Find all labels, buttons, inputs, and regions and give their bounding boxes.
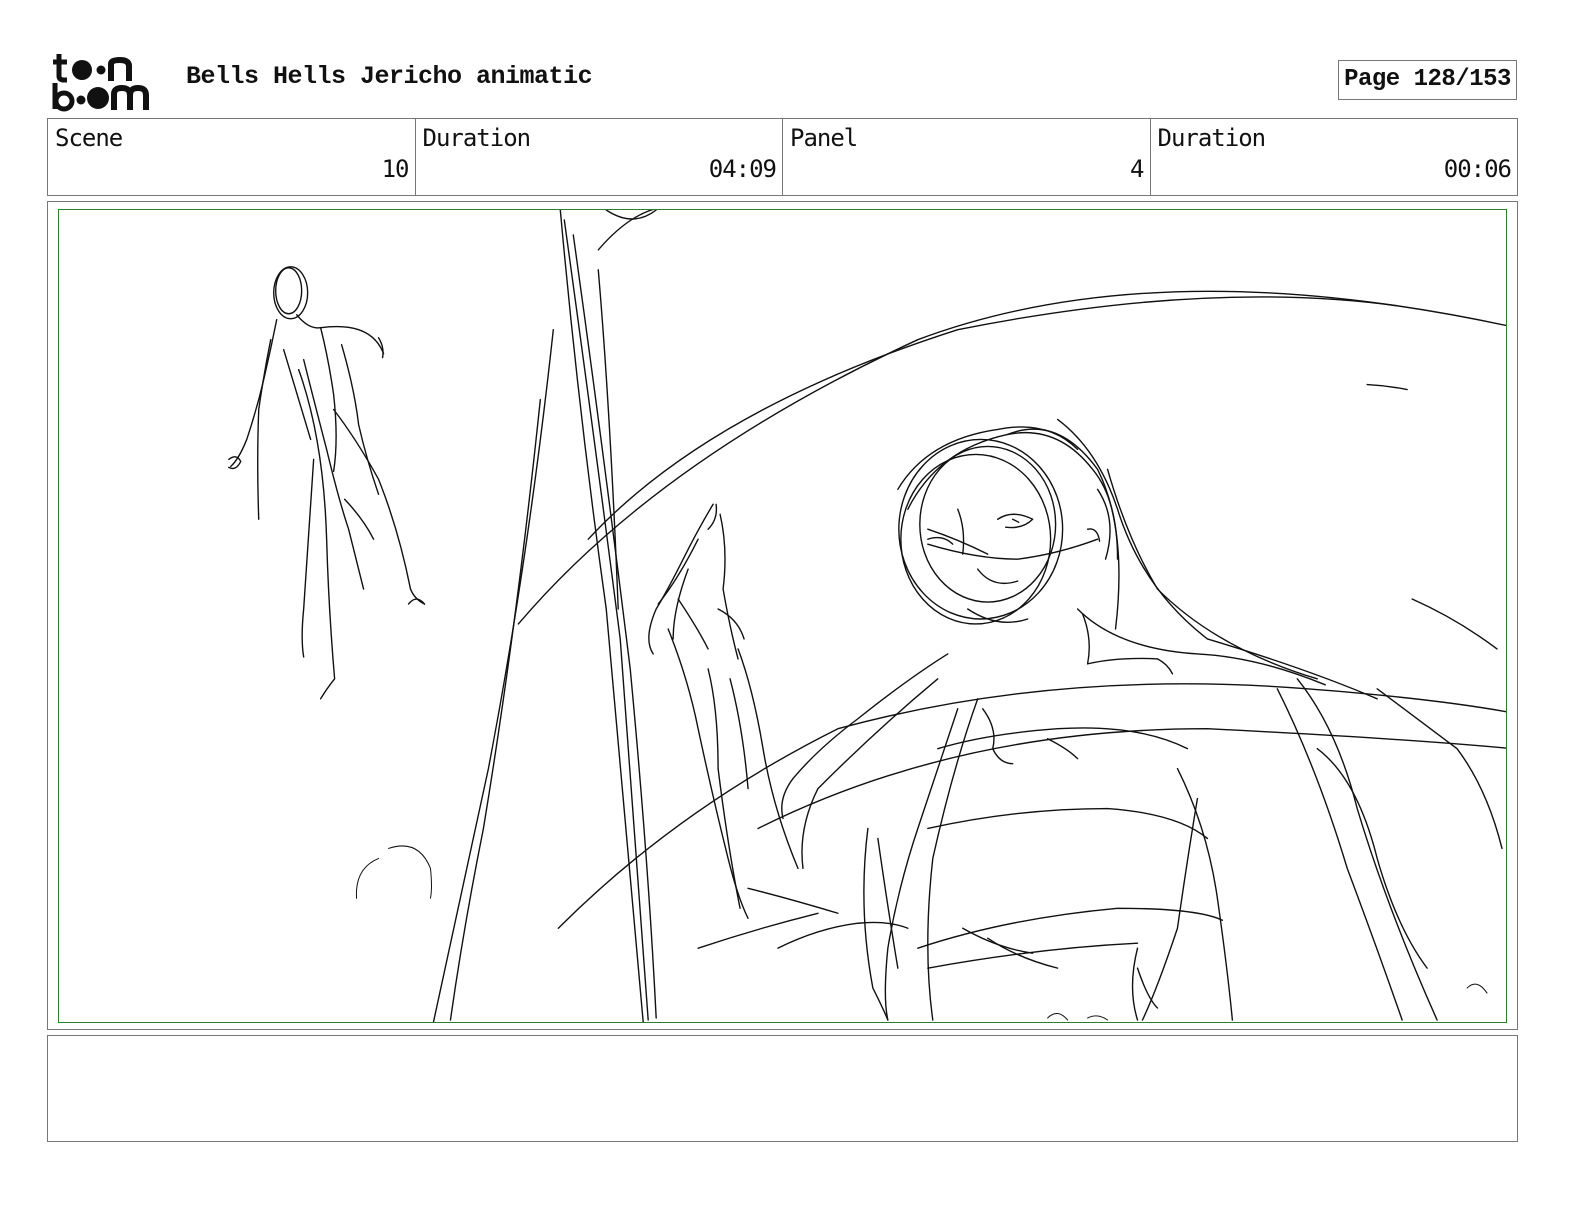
panel-notes-box <box>47 1035 1518 1142</box>
panel-duration-cell: Duration 00:06 <box>1151 119 1518 195</box>
sketch-drawing <box>228 210 1506 1022</box>
page-number: Page 128/153 <box>1338 60 1517 100</box>
panel-info-table: Scene 10 Duration 04:09 Panel 4 Duration… <box>47 118 1518 196</box>
foreground-pole-sketch <box>432 210 657 1022</box>
panel-value: 4 <box>1130 155 1144 183</box>
panel-label: Panel <box>790 124 858 152</box>
background-arc-sketch <box>517 210 1506 929</box>
toonboom-logo <box>50 50 165 112</box>
panel-duration-value: 00:06 <box>1443 155 1512 183</box>
scene-label: Scene <box>55 124 123 152</box>
logo-graphic <box>52 54 149 112</box>
document-title: Bells Hells Jericho animatic <box>186 62 593 91</box>
character-head-sketch <box>897 426 1120 630</box>
storyboard-sketch <box>58 209 1507 1023</box>
distant-figure-sketch <box>228 266 426 700</box>
scene-duration-label: Duration <box>422 124 532 152</box>
character-body-sketch <box>697 653 1234 1021</box>
raised-hand-sketch <box>648 503 799 919</box>
scene-cell: Scene 10 <box>48 119 416 195</box>
scene-duration-cell: Duration 04:09 <box>416 119 783 195</box>
ground-mark-sketch <box>355 845 1488 1021</box>
scene-value: 10 <box>381 155 410 183</box>
hood-cloak-sketch <box>1056 418 1503 1021</box>
panel-duration-label: Duration <box>1157 124 1267 152</box>
panel-cell: Panel 4 <box>783 119 1151 195</box>
scene-duration-value: 04:09 <box>708 155 777 183</box>
